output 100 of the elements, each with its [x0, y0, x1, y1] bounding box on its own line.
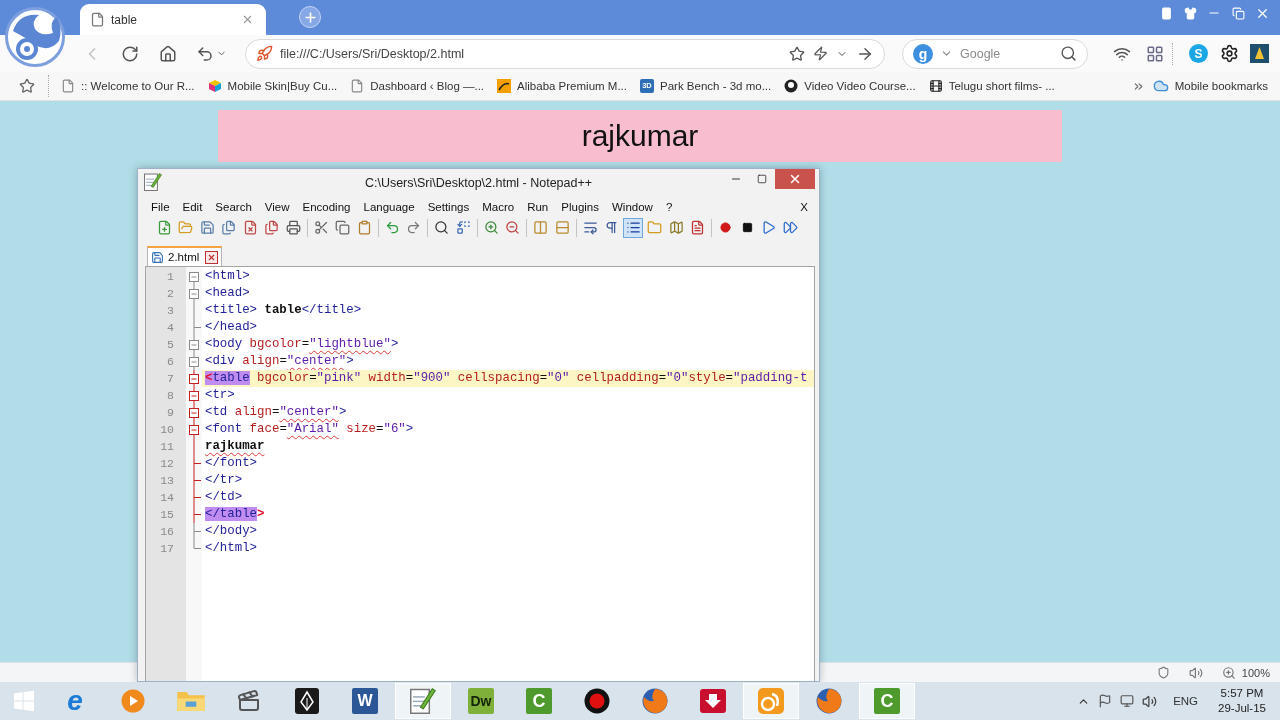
search-icon[interactable]: [1060, 45, 1077, 62]
menu-item[interactable]: Language: [363, 200, 415, 213]
collapse-icon[interactable]: [186, 285, 202, 302]
search-field[interactable]: Google: [960, 46, 1053, 61]
menu-item[interactable]: Plugins: [561, 200, 599, 213]
bookmark-link[interactable]: Mobile Skin|Buy Cu...: [207, 79, 338, 93]
settings-icon[interactable]: [1220, 44, 1239, 63]
windows-logo-icon: [12, 690, 35, 712]
menu-item[interactable]: ?: [665, 200, 673, 213]
page-icon: [350, 79, 365, 93]
clock-time: 5:57 PM: [1220, 686, 1264, 701]
record-icon: [584, 688, 610, 714]
line-number: 6: [166, 354, 175, 370]
line-number: 16: [159, 524, 175, 540]
files-icon: [221, 220, 236, 235]
page-icon: [61, 79, 75, 93]
menu-item[interactable]: Run: [527, 200, 549, 213]
bookmark-link[interactable]: Dashboard ‹ Blog —...: [350, 79, 485, 93]
close-icon[interactable]: [205, 250, 219, 264]
bookmark-folder-link[interactable]: Mobile bookmarks: [1152, 78, 1268, 94]
shield-icon[interactable]: [1156, 666, 1170, 679]
star-icon[interactable]: [789, 45, 805, 62]
menu-item[interactable]: Edit: [182, 200, 203, 213]
taskbar-button[interactable]: W: [337, 683, 393, 719]
zoom-icon[interactable]: [1221, 665, 1236, 680]
printer-icon: [285, 220, 301, 235]
taskbar-button[interactable]: C: [511, 683, 567, 719]
code-line: </body>: [204, 523, 259, 540]
extension-icon[interactable]: [1250, 44, 1269, 63]
plus-icon: [302, 9, 318, 25]
apps-grid-icon[interactable]: [1146, 44, 1164, 63]
collapse-icon[interactable]: [186, 336, 202, 353]
address-field[interactable]: file:///C:/Users/Sri/Desktop/2.html: [280, 46, 782, 61]
clipboard-icon: [356, 220, 372, 235]
zoom-level[interactable]: 100%: [1241, 666, 1270, 679]
language-indicator[interactable]: ENG: [1173, 695, 1199, 707]
line-number: 9: [166, 405, 175, 421]
menu-item[interactable]: Macro: [482, 200, 515, 213]
menu-item[interactable]: Window: [612, 200, 653, 213]
code-line: </head>: [204, 319, 259, 336]
replace-icon: [455, 220, 471, 235]
map-icon: [668, 220, 684, 235]
taskbar-button[interactable]: C: [859, 683, 915, 719]
rocket-icon: [256, 45, 273, 62]
new-tab-button[interactable]: [299, 6, 321, 28]
undo-icon: [195, 44, 214, 63]
collapse-icon[interactable]: [186, 387, 202, 404]
cube-icon: [207, 79, 222, 93]
fast-forward-icon: [782, 220, 798, 235]
address-bar[interactable]: file:///C:/Users/Sri/Desktop/2.html: [245, 38, 885, 69]
code-line: rajkumar: [204, 438, 266, 455]
open-folder-icon: [178, 220, 193, 235]
clock[interactable]: 5:57 PM 29-Jul-15: [1218, 686, 1266, 716]
flag-icon[interactable]: [1098, 694, 1113, 708]
star-icon[interactable]: [19, 78, 35, 94]
menu-item[interactable]: File: [151, 200, 170, 213]
code-line: <head>: [204, 285, 251, 302]
download-icon: [700, 689, 726, 713]
file-tab[interactable]: 2.html: [147, 246, 223, 266]
menu-item[interactable]: View: [264, 200, 290, 213]
line-number: 11: [159, 439, 175, 455]
line-number: 8: [166, 388, 175, 404]
collapse-icon[interactable]: [186, 353, 202, 370]
network-icon[interactable]: [1120, 694, 1135, 708]
copy-icon: [335, 220, 350, 235]
code-line: <html>: [204, 268, 251, 285]
close-icon: [788, 172, 802, 186]
browser-tab[interactable]: table: [80, 4, 266, 35]
code-line: <tr>: [204, 387, 236, 404]
menu-item[interactable]: Encoding: [302, 200, 351, 213]
notepad-icon: [410, 688, 436, 714]
reload-icon: [121, 44, 139, 63]
bookmark-link[interactable]: Video Video Course...: [784, 79, 916, 93]
code-line: <body bgcolor="lightblue">: [204, 336, 400, 353]
app-glyph: e: [66, 688, 84, 714]
line-number: 15: [159, 507, 175, 523]
pilcrow-icon: [604, 220, 619, 235]
taskbar-button[interactable]: Dw: [453, 683, 509, 719]
play-icon: [761, 220, 776, 235]
volume-icon[interactable]: [1142, 693, 1158, 709]
speaker-icon[interactable]: [1188, 665, 1203, 680]
bookmark-link[interactable]: Telugu short films- ...: [928, 79, 1055, 93]
browser-logo-icon[interactable]: [5, 7, 65, 67]
bookmark-link[interactable]: Alibaba Premium M...: [497, 79, 627, 93]
bookmark-link[interactable]: :: Welcome to Our R...: [61, 79, 195, 93]
menu-item[interactable]: Search: [215, 200, 252, 213]
collapse-icon[interactable]: [186, 404, 202, 421]
line-number: 7: [166, 371, 175, 387]
collapse-icon[interactable]: [186, 370, 202, 387]
close-icon[interactable]: [241, 13, 254, 26]
close-button[interactable]: [775, 169, 815, 189]
menu-item[interactable]: Settings: [427, 200, 470, 213]
close-file-icon: [242, 220, 258, 235]
close-document-button[interactable]: X: [800, 200, 808, 213]
lightning-icon[interactable]: [813, 46, 828, 61]
notepad-icon: [144, 173, 162, 191]
app-glyph: C: [526, 688, 552, 714]
collapse-icon[interactable]: [186, 421, 202, 438]
pen-nib-icon: [295, 688, 319, 714]
page-banner: rajkumar: [218, 110, 1062, 162]
